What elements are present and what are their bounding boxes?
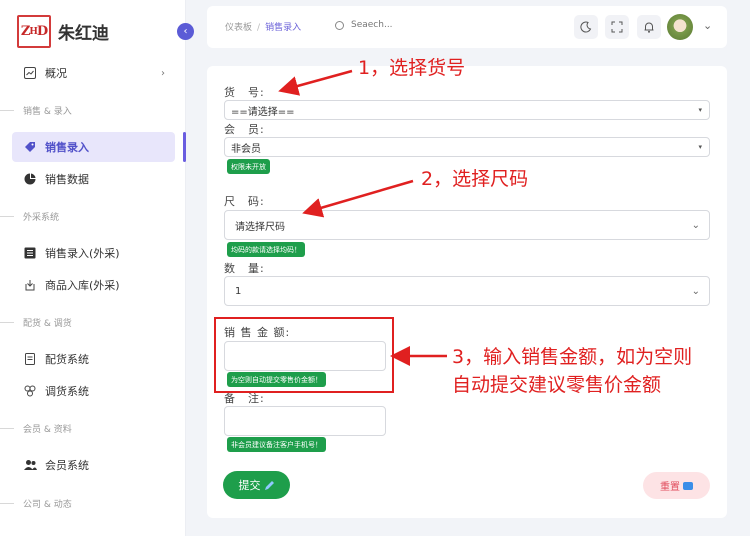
size-hint-badge: 均码的款请选择均码！ bbox=[227, 242, 305, 257]
reset-button[interactable]: 重置 bbox=[643, 472, 710, 499]
search-box[interactable]: Seaech... bbox=[335, 20, 393, 30]
exchange-icon bbox=[23, 384, 37, 398]
sidebar-item-label: 配货系统 bbox=[45, 353, 89, 366]
sidebar-item-transfer[interactable]: 调货系统 bbox=[12, 376, 175, 406]
sidebar-item-distribution[interactable]: 配货系统 bbox=[12, 344, 175, 374]
member-select[interactable]: 非会员 ▾ bbox=[224, 137, 710, 157]
chevron-down-icon: ⌄ bbox=[691, 219, 700, 231]
sidebar-item-label: 商品入库(外采) bbox=[45, 279, 120, 292]
breadcrumb-current: 销售录入 bbox=[265, 23, 302, 33]
breadcrumb-separator: / bbox=[257, 23, 261, 33]
sidebar-item-sales-entry[interactable]: 销售录入 bbox=[12, 132, 175, 162]
dropdown-caret-icon: ▾ bbox=[698, 106, 702, 114]
submit-button[interactable]: 提交 bbox=[223, 471, 290, 499]
breadcrumb-item[interactable]: 仪表板 bbox=[225, 23, 252, 33]
size-select[interactable]: 请选择尺码 ⌄ bbox=[224, 210, 710, 240]
brand-logo[interactable]: ZHD 朱红迪 bbox=[17, 15, 109, 48]
logo-mark: ZHD bbox=[17, 15, 51, 48]
sidebar-item-members[interactable]: 会员系统 bbox=[12, 450, 175, 480]
chevron-down-icon[interactable]: ⌄ bbox=[703, 19, 712, 32]
active-indicator bbox=[183, 132, 186, 162]
import-icon bbox=[23, 278, 37, 292]
sidebar-item-outsource-sales[interactable]: 销售录入(外采) bbox=[12, 238, 175, 268]
annotation-step-3-line-1: 3，输入销售金额，如为空则 bbox=[452, 346, 693, 368]
fullscreen-icon bbox=[611, 21, 623, 33]
tag-icon bbox=[23, 140, 37, 154]
size-label: 尺 码: bbox=[224, 195, 265, 208]
sidebar-item-overview[interactable]: 概况 › bbox=[12, 58, 175, 88]
quantity-value: 1 bbox=[235, 285, 242, 297]
sidebar-item-label: 调货系统 bbox=[45, 385, 89, 398]
top-header: 仪表板 / 销售录入 Seaech... ⌄ bbox=[207, 6, 727, 48]
sidebar-item-sales-data[interactable]: 销售数据 bbox=[12, 164, 175, 194]
users-icon bbox=[23, 458, 37, 472]
note-input[interactable] bbox=[224, 406, 386, 436]
fullscreen-button[interactable] bbox=[605, 15, 629, 39]
nav-section-outsourcing: 外采系统 bbox=[0, 210, 59, 223]
annotation-step-3-line-2: 自动提交建议零售价金额 bbox=[452, 374, 662, 396]
reset-label: 重置 bbox=[660, 482, 680, 493]
moon-icon bbox=[580, 21, 592, 33]
quantity-select[interactable]: 1 ⌄ bbox=[224, 276, 710, 306]
bell-icon bbox=[644, 22, 654, 33]
chart-icon bbox=[23, 66, 37, 80]
item-no-value: ==请选择== bbox=[231, 106, 295, 118]
nav-section-company: 公司 & 动态 bbox=[0, 497, 72, 510]
sidebar-item-label: 概况 bbox=[45, 67, 67, 80]
collapse-sidebar-button[interactable]: ‹ bbox=[177, 23, 194, 40]
list-icon bbox=[23, 246, 37, 260]
annotation-step-2: 2，选择尺码 bbox=[421, 168, 529, 190]
brand-name: 朱红迪 bbox=[58, 24, 109, 44]
member-hint-badge: 权限未开放 bbox=[227, 159, 270, 174]
member-value: 非会员 bbox=[231, 143, 261, 155]
sidebar-item-goods-inbound[interactable]: 商品入库(外采) bbox=[12, 270, 175, 300]
reset-icon bbox=[683, 481, 693, 490]
nav-section-distribution: 配货 & 调货 bbox=[0, 316, 72, 329]
amount-highlight-box bbox=[214, 317, 394, 393]
note-hint-badge: 非会员建议备注客户手机号！ bbox=[227, 437, 326, 452]
search-input[interactable]: Seaech... bbox=[351, 20, 393, 30]
sidebar: ZHD 朱红迪 概况 › 销售 & 录入 销售录入 销售数据 外采系统 销售录入… bbox=[0, 0, 186, 536]
notifications-button[interactable] bbox=[637, 15, 661, 39]
breadcrumb: 仪表板 / 销售录入 bbox=[225, 20, 301, 33]
nav-section-sales: 销售 & 录入 bbox=[0, 104, 72, 117]
sidebar-item-label: 销售录入 bbox=[45, 141, 89, 154]
chevron-down-icon: ⌄ bbox=[691, 285, 700, 297]
annotation-step-1: 1，选择货号 bbox=[358, 57, 466, 79]
item-no-select[interactable]: ==请选择== ▾ bbox=[224, 100, 710, 120]
nav-section-members: 会员 & 资料 bbox=[0, 422, 72, 435]
size-value: 请选择尺码 bbox=[235, 221, 285, 233]
dropdown-caret-icon: ▾ bbox=[698, 143, 702, 151]
dark-mode-button[interactable] bbox=[574, 15, 598, 39]
sidebar-item-label: 销售数据 bbox=[45, 173, 89, 186]
member-label: 会 员: bbox=[224, 123, 265, 136]
avatar[interactable] bbox=[667, 14, 693, 40]
pencil-icon bbox=[264, 480, 274, 490]
item-no-label: 货 号: bbox=[224, 86, 265, 99]
quantity-label: 数 量: bbox=[224, 262, 265, 275]
pie-icon bbox=[23, 172, 37, 186]
chevron-right-icon: › bbox=[161, 67, 165, 79]
document-icon bbox=[23, 352, 37, 366]
submit-label: 提交 bbox=[238, 479, 261, 492]
search-icon bbox=[335, 20, 344, 30]
sidebar-item-label: 销售录入(外采) bbox=[45, 247, 120, 260]
sidebar-item-label: 会员系统 bbox=[45, 459, 89, 472]
